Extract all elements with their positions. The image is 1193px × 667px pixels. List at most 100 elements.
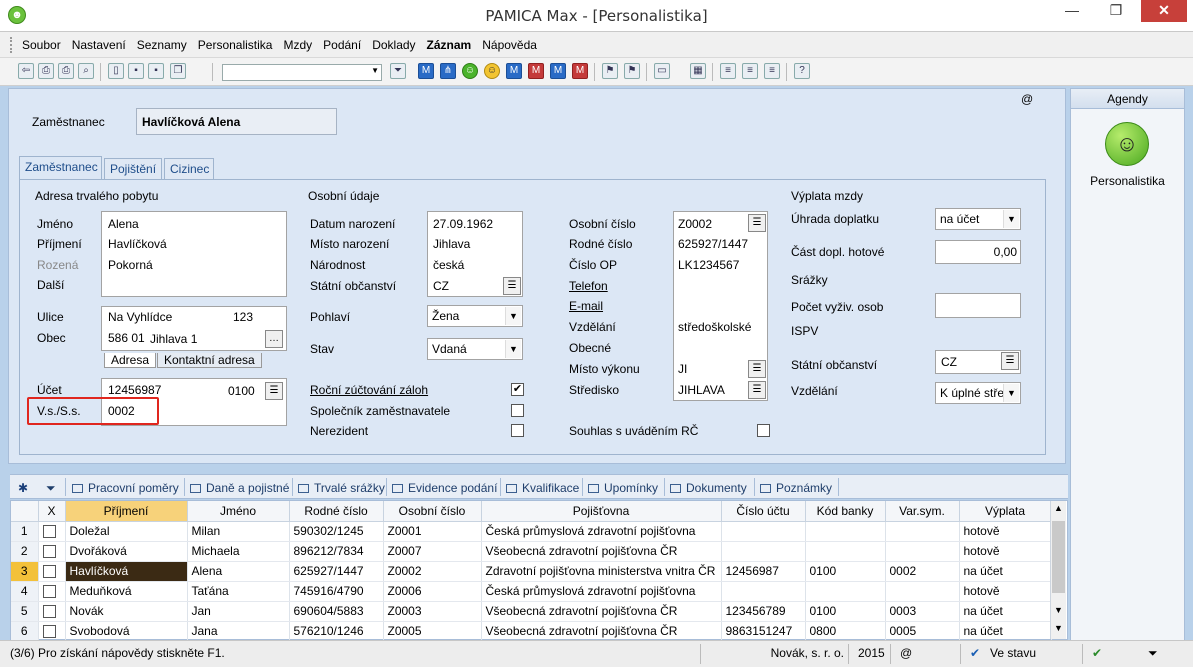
scroll-thumb[interactable] (1052, 521, 1065, 593)
table-cell[interactable]: Svobodová (65, 621, 188, 642)
osobni-cislo-field[interactable]: Z0002 (678, 217, 712, 231)
column-header-prijmeni[interactable]: Příjmení (65, 501, 188, 522)
cislo-field[interactable]: 123 (233, 310, 253, 324)
table-cell[interactable] (805, 521, 886, 542)
cislo-op-field[interactable]: LK1234567 (678, 258, 739, 272)
payout-vzdelani-select[interactable]: K úplné stře ▼ (935, 382, 1021, 404)
print-setup-icon[interactable]: ⎙ (58, 63, 74, 79)
menu-nastaveni[interactable]: Nastavení (72, 38, 126, 52)
folder-icon[interactable]: ▭ (654, 63, 670, 79)
tab-adresa[interactable]: Adresa (104, 353, 157, 368)
agendy-item-personalistika[interactable]: Personalistika (1071, 174, 1184, 188)
table-cell[interactable]: Z0003 (383, 601, 482, 622)
table-cell[interactable]: 0002 (885, 561, 960, 582)
table-cell[interactable]: 0100 (805, 561, 886, 582)
osobni-cislo-list-button[interactable]: ☰ (748, 214, 766, 232)
table-cell[interactable]: 896212/7834 (289, 541, 384, 562)
table-cell[interactable]: Milan (187, 521, 290, 542)
row-checkbox[interactable] (38, 601, 66, 622)
nerezident-checkbox[interactable] (511, 424, 524, 437)
save-all-icon[interactable]: ▪ (148, 63, 164, 79)
row-checkbox-box[interactable] (42, 545, 56, 558)
payout-obcanstvi-list-button[interactable]: ☰ (1001, 352, 1019, 370)
help-icon[interactable]: ? (794, 63, 810, 79)
filter-icon[interactable]: ⏷ (46, 481, 56, 496)
personalistika-icon[interactable]: ☺ (1105, 122, 1149, 166)
menu-napoveda[interactable]: Nápověda (482, 38, 537, 52)
tab-trvale-srazky[interactable]: Trvalé srážky (298, 481, 385, 495)
narodnost-field[interactable]: česká (433, 258, 464, 272)
row-checkbox-box[interactable] (42, 525, 56, 538)
table-row[interactable]: 6 Svobodová Jana 576210/1246 Z0005 Všeobecná … (11, 621, 1052, 642)
person-yellow-icon[interactable]: ☺ (484, 63, 500, 79)
module-icon-2[interactable]: ⋔ (440, 63, 456, 79)
table-cell[interactable]: Alena (187, 561, 290, 582)
row-number[interactable]: 4 (11, 581, 39, 602)
menu-mzdy[interactable]: Mzdy (283, 38, 312, 52)
row-checkbox-box[interactable] (42, 605, 56, 618)
column-header-osobni-cislo[interactable]: Osobní číslo (383, 501, 482, 522)
table-cell[interactable]: Všeobecná zdravotní pojišťovna ČR (481, 601, 722, 622)
row-checkbox[interactable] (38, 541, 66, 562)
table-cell[interactable]: Meduňková (65, 581, 188, 602)
row-checkbox[interactable] (38, 561, 66, 582)
column-header-var-sym[interactable]: Var.sym. (885, 501, 960, 522)
table-cell[interactable]: Jana (187, 621, 290, 642)
asterisk-icon[interactable]: ✱ (18, 481, 28, 495)
menu-seznamy[interactable]: Seznamy (137, 38, 187, 52)
copy-icon[interactable]: ❐ (170, 63, 186, 79)
datum-field[interactable]: 27.09.1962 (433, 217, 493, 231)
print-preview-icon[interactable]: ⌕ (78, 63, 94, 79)
close-button[interactable]: ✕ (1141, 0, 1187, 22)
rodne-cislo-field[interactable]: 625927/1447 (678, 237, 748, 251)
note-icon[interactable]: ≡ (720, 63, 736, 79)
table-cell[interactable]: Česká průmyslová zdravotní pojišťovna (481, 581, 722, 602)
row-checkbox-box[interactable] (42, 625, 56, 638)
column-header-kod-banky[interactable]: Kód banky (805, 501, 886, 522)
table-cell[interactable]: 12456987 (721, 561, 806, 582)
table-cell[interactable] (885, 581, 960, 602)
tab-kvalifikace[interactable]: Kvalifikace (506, 481, 579, 495)
table-cell[interactable] (885, 541, 960, 562)
misto-vykonu-field[interactable]: JI (678, 362, 687, 376)
psc-field[interactable]: 586 01 (108, 331, 145, 345)
toolbar-combo[interactable]: ▼ (222, 64, 382, 81)
table-cell[interactable]: Novák (65, 601, 188, 622)
filter-icon[interactable]: ⏷ (390, 63, 406, 79)
row-checkbox-box[interactable] (42, 565, 56, 578)
menu-soubor[interactable]: Soubor (22, 38, 61, 52)
module-icon-5[interactable]: M (550, 63, 566, 79)
tab-dokumenty[interactable]: Dokumenty (670, 481, 747, 495)
stredisko-list-button[interactable]: ☰ (748, 381, 766, 399)
obec-browse-button[interactable]: … (265, 330, 283, 348)
row-checkbox[interactable] (38, 581, 66, 602)
table-cell[interactable]: 0003 (885, 601, 960, 622)
jmeno-field[interactable]: Alena (108, 217, 139, 231)
table-cell[interactable]: 0005 (885, 621, 960, 642)
table-cell[interactable]: na účet (959, 601, 1052, 622)
column-header-vyplata[interactable]: Výplata (959, 501, 1052, 522)
person-green-icon[interactable]: ☺ (462, 63, 478, 79)
bank-list-button[interactable]: ☰ (265, 382, 283, 400)
misto-narozeni-field[interactable]: Jihlava (433, 237, 470, 251)
module-icon-6[interactable]: M (572, 63, 588, 79)
tab-cizinec[interactable]: Cizinec (164, 158, 214, 179)
payout-obcanstvi-field[interactable]: CZ (941, 355, 957, 369)
table-cell[interactable] (885, 521, 960, 542)
menu-podani[interactable]: Podání (323, 38, 361, 52)
table-cell[interactable] (721, 521, 806, 542)
table-cell[interactable]: 123456789 (721, 601, 806, 622)
table-cell[interactable] (721, 541, 806, 562)
prijmeni-field[interactable]: Havlíčková (108, 237, 167, 251)
table-cell[interactable]: 625927/1447 (289, 561, 384, 582)
spolecnik-checkbox[interactable] (511, 404, 524, 417)
table-row[interactable]: 5 Novák Jan 690604/5883 Z0003 Všeobecná zdrav… (11, 601, 1052, 622)
table-cell[interactable]: 0100 (805, 601, 886, 622)
menu-doklady[interactable]: Doklady (372, 38, 415, 52)
table-cell[interactable]: Zdravotní pojišťovna ministerstva vnitra… (481, 561, 722, 582)
table-cell[interactable]: Všeobecná zdravotní pojišťovna ČR (481, 541, 722, 562)
table-cell[interactable]: Havlíčková (65, 561, 188, 582)
uhrada-select[interactable]: na účet ▼ (935, 208, 1021, 230)
table-row[interactable]: 2 Dvořáková Michaela 896212/7834 Z0007 Všeobe… (11, 541, 1052, 562)
obcanstvi-field[interactable]: CZ (433, 279, 449, 293)
